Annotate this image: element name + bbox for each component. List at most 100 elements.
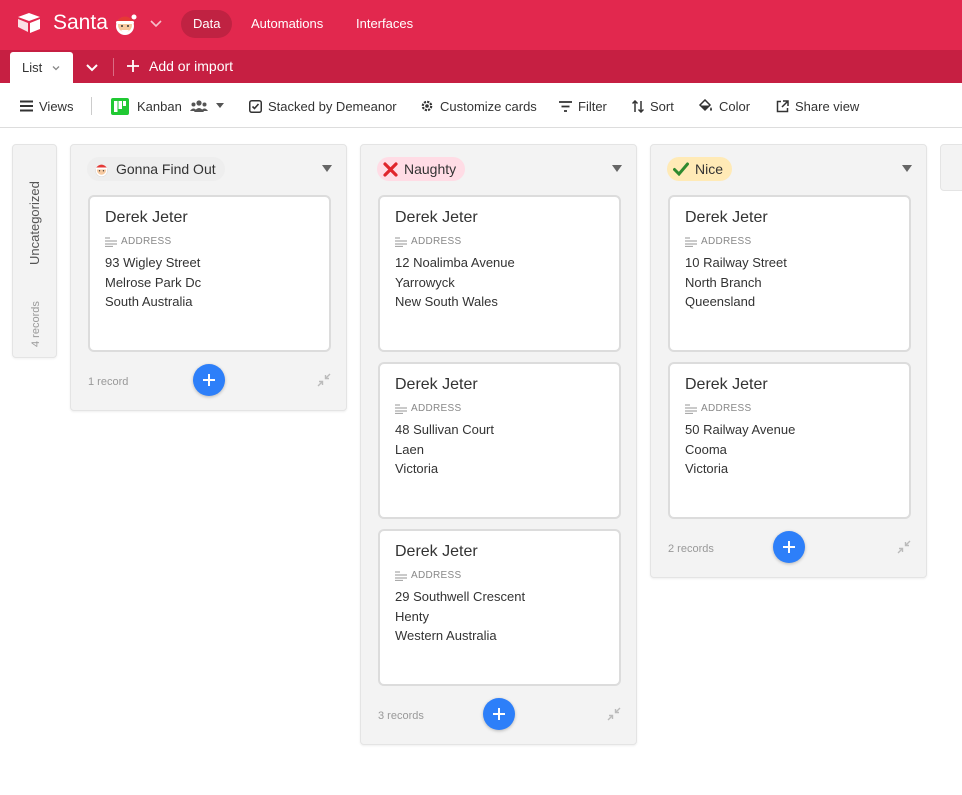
tab-list[interactable]: List xyxy=(10,52,73,83)
field-label: ADDRESS xyxy=(105,236,314,247)
add-record-button[interactable] xyxy=(773,531,805,563)
stack-footer: 2 records xyxy=(651,529,926,577)
chevron-down-icon[interactable] xyxy=(149,17,163,31)
chevron-down-icon[interactable] xyxy=(51,63,61,73)
color-button[interactable]: Color xyxy=(698,97,750,115)
add-stack-button[interactable] xyxy=(940,144,962,191)
base-title[interactable]: Santa xyxy=(53,11,108,35)
address-line: South Australia xyxy=(105,294,193,309)
customize-cards-label: Customize cards xyxy=(440,98,537,114)
address-line: 93 Wigley Street xyxy=(105,255,201,270)
caret-down-icon[interactable] xyxy=(322,165,332,173)
stack-gonna-find-out: Gonna Find Out Derek Jeter ADDRESS 93 Wi… xyxy=(70,144,347,411)
card-title: Derek Jeter xyxy=(395,543,478,560)
long-text-icon xyxy=(395,403,407,414)
share-icon xyxy=(776,99,789,112)
tab-list-label: List xyxy=(22,60,43,75)
kanban-board: Uncategorized 4 records Gonna Find Out D… xyxy=(0,128,962,795)
record-card[interactable]: Derek Jeter ADDRESS 10 Railway Street No… xyxy=(668,195,911,352)
address-line: North Branch xyxy=(685,274,762,290)
view-type-label: Kanban xyxy=(137,98,182,114)
uncategorized-stack[interactable]: Uncategorized 4 records xyxy=(12,144,57,358)
record-card[interactable]: Derek Jeter ADDRESS 93 Wigley Street Mel… xyxy=(88,195,331,352)
address-line: Victoria xyxy=(685,461,729,476)
nav-interfaces[interactable]: Interfaces xyxy=(344,10,425,38)
views-label: Views xyxy=(39,98,74,114)
address-line: Victoria xyxy=(395,461,439,476)
divider xyxy=(113,58,114,76)
divider xyxy=(91,97,92,115)
collapse-icon[interactable] xyxy=(897,540,911,554)
add-record-button[interactable] xyxy=(483,698,515,730)
stack-chip: Gonna Find Out xyxy=(87,157,225,181)
address-line: Yarrowyck xyxy=(395,274,455,290)
add-or-import-button[interactable]: Add or import xyxy=(127,58,233,74)
plus-icon xyxy=(493,708,505,720)
nav-data[interactable]: Data xyxy=(181,10,233,38)
hamburger-icon xyxy=(20,100,33,112)
plus-icon xyxy=(127,60,139,72)
airtable-logo-icon[interactable] xyxy=(17,12,41,34)
stack-chip: Naughty xyxy=(377,157,466,181)
record-card[interactable]: Derek Jeter ADDRESS 12 Noalimba Avenue Y… xyxy=(378,195,621,352)
address-line: Henty xyxy=(395,608,429,624)
checkbox-icon xyxy=(249,99,262,113)
address-line: Cooma xyxy=(685,441,727,457)
record-count: 2 records xyxy=(668,543,714,555)
stack-naughty: Naughty Derek Jeter ADDRESS 12 Noalimba … xyxy=(360,144,637,745)
field-label: ADDRESS xyxy=(395,403,604,414)
add-or-import-label: Add or import xyxy=(149,58,234,74)
stack-name: Gonna Find Out xyxy=(116,161,216,177)
stacked-by-button[interactable]: Stacked by Demeanor xyxy=(249,97,397,115)
stack-chip: Nice xyxy=(667,157,733,181)
address-line: 48 Sullivan Court xyxy=(395,422,494,437)
sort-button[interactable]: Sort xyxy=(632,97,674,115)
long-text-icon xyxy=(105,236,117,247)
long-text-icon xyxy=(685,236,697,247)
address-line: Western Australia xyxy=(395,628,497,643)
collapse-icon[interactable] xyxy=(317,373,331,387)
record-card[interactable]: Derek Jeter ADDRESS 48 Sullivan Court La… xyxy=(378,362,621,519)
collapse-icon[interactable] xyxy=(607,707,621,721)
table-tab-bar: List Add or import xyxy=(0,50,962,83)
address-line: Laen xyxy=(395,441,424,457)
plus-icon xyxy=(203,374,215,386)
santa-emoji-icon xyxy=(95,164,108,177)
address-line: 10 Railway Street xyxy=(685,255,787,270)
view-switcher[interactable]: Kanban xyxy=(111,97,230,115)
filter-button[interactable]: Filter xyxy=(559,97,607,115)
app-header: Santa Data Automations Interfaces xyxy=(0,0,962,50)
field-label: ADDRESS xyxy=(685,236,894,247)
paint-bucket-icon xyxy=(698,99,712,112)
field-label: ADDRESS xyxy=(395,236,604,247)
caret-down-icon[interactable] xyxy=(612,165,622,173)
uncategorized-label: Uncategorized xyxy=(27,181,42,265)
address-line: Melrose Park Dc xyxy=(105,274,202,290)
stacked-by-label: Stacked by Demeanor xyxy=(268,98,397,114)
address-line: 50 Railway Avenue xyxy=(685,422,796,437)
nav-automations[interactable]: Automations xyxy=(239,10,335,38)
card-title: Derek Jeter xyxy=(685,209,768,226)
field-label: ADDRESS xyxy=(395,570,604,581)
customize-cards-button[interactable]: Customize cards xyxy=(420,97,537,115)
add-record-button[interactable] xyxy=(193,364,225,396)
record-card[interactable]: Derek Jeter ADDRESS 29 Southwell Crescen… xyxy=(378,529,621,686)
share-view-button[interactable]: Share view xyxy=(776,97,859,115)
filter-icon xyxy=(559,100,572,112)
view-toolbar: Views Kanban Stacked by Demeanor Customi… xyxy=(0,83,962,128)
views-button[interactable]: Views xyxy=(20,97,73,115)
card-title: Derek Jeter xyxy=(395,209,478,226)
card-title: Derek Jeter xyxy=(105,209,188,226)
stack-header: Naughty xyxy=(361,145,636,195)
chevron-down-icon[interactable] xyxy=(84,59,100,75)
green-check-icon xyxy=(673,162,689,176)
red-x-icon xyxy=(383,161,398,177)
sort-label: Sort xyxy=(650,98,674,114)
caret-down-icon[interactable] xyxy=(902,165,912,173)
record-card[interactable]: Derek Jeter ADDRESS 50 Railway Avenue Co… xyxy=(668,362,911,519)
long-text-icon xyxy=(395,236,407,247)
color-label: Color xyxy=(719,98,751,114)
santa-emoji-icon xyxy=(116,14,137,35)
stack-nice: Nice Derek Jeter ADDRESS 10 Railway Stre… xyxy=(650,144,927,578)
card-title: Derek Jeter xyxy=(685,376,768,393)
